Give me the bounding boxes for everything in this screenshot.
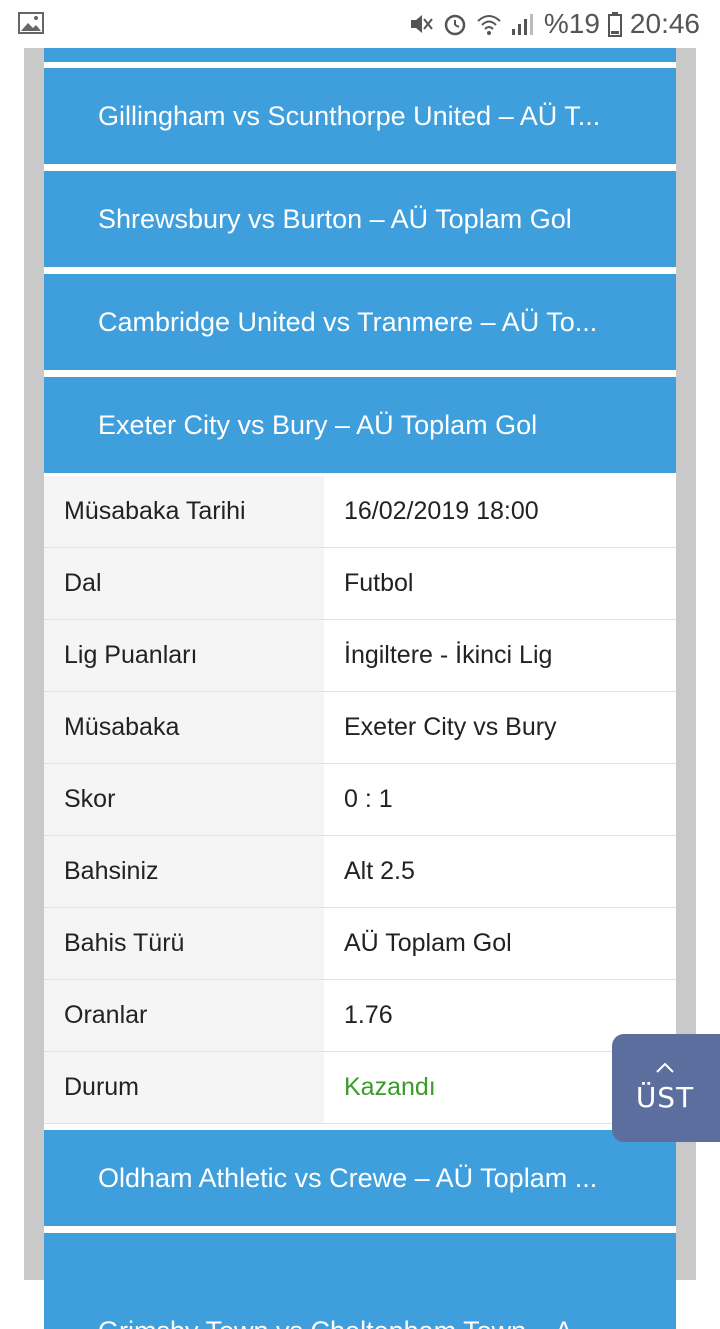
scroll-to-top-label: ÜST bbox=[635, 1080, 695, 1114]
battery-icon bbox=[607, 12, 622, 37]
row-value: Alt 2.5 bbox=[344, 857, 415, 885]
row-value: 16/02/2019 18:00 bbox=[344, 497, 539, 525]
accordion-item-previous[interactable] bbox=[44, 48, 676, 62]
row-value: Futbol bbox=[344, 569, 414, 597]
table-row: Müsabaka Tarihi 16/02/2019 18:00 bbox=[44, 476, 676, 548]
table-row: Bahis Türü AÜ Toplam Gol bbox=[44, 908, 676, 980]
accordion-item-expanded[interactable]: Exeter City vs Bury – AÜ Toplam Gol bbox=[44, 377, 676, 473]
accordion-item-label: Exeter City vs Bury – AÜ Toplam Gol bbox=[98, 409, 538, 440]
row-key: Lig Puanları bbox=[44, 620, 324, 691]
accordion-item-label: Gillingham vs Scunthorpe United – AÜ T..… bbox=[98, 100, 601, 131]
table-row: Skor 0 : 1 bbox=[44, 764, 676, 836]
table-row: Müsabaka Exeter City vs Bury bbox=[44, 692, 676, 764]
scroll-to-top-button[interactable]: ÜST bbox=[612, 1034, 720, 1142]
accordion-item-label: Cambridge United vs Tranmere – AÜ To... bbox=[98, 306, 598, 337]
row-key: Durum bbox=[44, 1052, 324, 1123]
table-row: Durum Kazandı bbox=[44, 1052, 676, 1124]
table-row: Dal Futbol bbox=[44, 548, 676, 620]
status-bar: %19 20:46 bbox=[0, 0, 720, 48]
table-row: Lig Puanları İngiltere - İkinci Lig bbox=[44, 620, 676, 692]
row-key: Dal bbox=[44, 548, 324, 619]
signal-icon bbox=[511, 14, 533, 35]
accordion-item-label: Shrewsbury vs Burton – AÜ Toplam Gol bbox=[98, 203, 572, 234]
clock: 20:46 bbox=[629, 8, 700, 39]
accordion-item-label: Oldham Athletic vs Crewe – AÜ Toplam ... bbox=[98, 1162, 598, 1193]
row-value: AÜ Toplam Gol bbox=[344, 929, 512, 957]
page-gutter-left bbox=[24, 48, 44, 1280]
row-value: Exeter City vs Bury bbox=[344, 713, 557, 741]
accordion-item-label: Grimsby Town vs Cheltenham Town – A... bbox=[98, 1316, 595, 1329]
row-value: 0 : 1 bbox=[344, 785, 393, 813]
chevron-up-icon bbox=[656, 1062, 674, 1073]
row-key: Bahsiniz bbox=[44, 836, 324, 907]
row-value: İngiltere - İkinci Lig bbox=[344, 641, 553, 669]
mute-icon bbox=[410, 15, 433, 33]
row-key: Skor bbox=[44, 764, 324, 835]
table-row: Oranlar 1.76 bbox=[44, 980, 676, 1052]
row-key: Oranlar bbox=[44, 980, 324, 1051]
alarm-icon bbox=[444, 14, 466, 36]
table-row: Bahsiniz Alt 2.5 bbox=[44, 836, 676, 908]
image-icon bbox=[18, 12, 44, 34]
row-key: Bahis Türü bbox=[44, 908, 324, 979]
accordion-item[interactable]: Grimsby Town vs Cheltenham Town – A... bbox=[44, 1233, 676, 1329]
wifi-icon bbox=[477, 15, 501, 35]
accordion-item[interactable]: Shrewsbury vs Burton – AÜ Toplam Gol bbox=[44, 171, 676, 267]
row-key: Müsabaka bbox=[44, 692, 324, 763]
row-key: Müsabaka Tarihi bbox=[44, 476, 324, 547]
match-details-table: Müsabaka Tarihi 16/02/2019 18:00 Dal Fut… bbox=[44, 476, 676, 1124]
accordion-item[interactable]: Oldham Athletic vs Crewe – AÜ Toplam ... bbox=[44, 1130, 676, 1226]
accordion-item[interactable]: Cambridge United vs Tranmere – AÜ To... bbox=[44, 274, 676, 370]
accordion-item[interactable]: Gillingham vs Scunthorpe United – AÜ T..… bbox=[44, 68, 676, 164]
battery-percent: %19 bbox=[543, 8, 600, 39]
